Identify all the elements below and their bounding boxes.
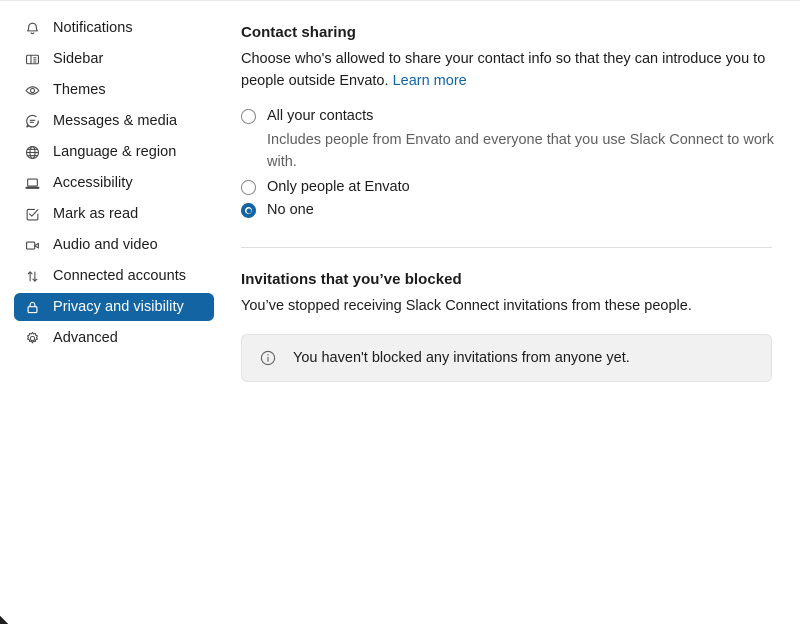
arrows-up-down-icon bbox=[24, 268, 41, 285]
settings-content: Contact sharing Choose who's allowed to … bbox=[238, 1, 800, 382]
sidebar-item-label: Messages & media bbox=[53, 112, 178, 129]
radio-indicator[interactable] bbox=[241, 109, 256, 124]
radio-option-label: All your contacts bbox=[267, 108, 374, 124]
sidebar-item-notifications[interactable]: Notifications bbox=[14, 14, 214, 42]
contact-sharing-description: Choose who's allowed to share your conta… bbox=[241, 48, 772, 92]
contact-sharing-radio-group: All your contacts Includes people from E… bbox=[241, 106, 800, 221]
message-bubble-icon bbox=[24, 113, 41, 130]
sidebar-item-label: Mark as read bbox=[53, 205, 139, 222]
radio-option-all-your-contacts[interactable]: All your contacts bbox=[241, 106, 800, 127]
sidebar-item-privacy-and-visibility[interactable]: Privacy and visibility bbox=[14, 293, 214, 321]
check-square-icon bbox=[24, 206, 41, 223]
settings-sidebar: Notifications Sidebar Themes Messages & … bbox=[0, 1, 238, 355]
section-divider bbox=[241, 247, 772, 248]
page-title: Contact sharing bbox=[241, 24, 356, 41]
radio-option-help-text: Includes people from Envato and everyone… bbox=[267, 132, 774, 170]
sidebar-icon bbox=[24, 51, 41, 68]
sidebar-item-advanced[interactable]: Advanced bbox=[14, 324, 214, 352]
sidebar-item-label: Audio and video bbox=[53, 236, 158, 253]
radio-option-label: No one bbox=[267, 202, 314, 218]
radio-indicator-selected[interactable] bbox=[241, 203, 256, 218]
video-camera-icon bbox=[24, 237, 41, 254]
sidebar-item-connected-accounts[interactable]: Connected accounts bbox=[14, 262, 214, 290]
blocked-invitations-empty-state: You haven't blocked any invitations from… bbox=[241, 334, 772, 382]
sidebar-item-mark-as-read[interactable]: Mark as read bbox=[14, 200, 214, 228]
blocked-invitations-description: You’ve stopped receiving Slack Connect i… bbox=[241, 298, 692, 314]
sidebar-item-language-region[interactable]: Language & region bbox=[14, 138, 214, 166]
learn-more-link[interactable]: Learn more bbox=[393, 73, 467, 89]
contact-sharing-description-text: Choose who's allowed to share your conta… bbox=[241, 51, 766, 89]
sidebar-item-sidebar[interactable]: Sidebar bbox=[14, 45, 214, 73]
info-circle-icon bbox=[259, 349, 277, 367]
radio-option-no-one[interactable]: No one bbox=[241, 200, 800, 221]
sidebar-item-themes[interactable]: Themes bbox=[14, 76, 214, 104]
sidebar-item-label: Advanced bbox=[53, 329, 118, 346]
settings-page: Notifications Sidebar Themes Messages & … bbox=[0, 1, 800, 624]
sidebar-item-label: Accessibility bbox=[53, 174, 133, 191]
gear-icon bbox=[24, 330, 41, 347]
lock-icon bbox=[24, 299, 41, 316]
blocked-invitations-title: Invitations that you’ve blocked bbox=[241, 271, 462, 288]
sidebar-item-label: Notifications bbox=[53, 19, 133, 36]
eye-icon bbox=[24, 82, 41, 99]
sidebar-item-audio-and-video[interactable]: Audio and video bbox=[14, 231, 214, 259]
sidebar-item-label: Themes bbox=[53, 81, 106, 98]
globe-icon bbox=[24, 144, 41, 161]
blocked-invitations-section: Invitations that you’ve blocked You’ve s… bbox=[241, 270, 800, 382]
sidebar-item-label: Language & region bbox=[53, 143, 177, 160]
radio-indicator[interactable] bbox=[241, 180, 256, 195]
sidebar-item-messages-media[interactable]: Messages & media bbox=[14, 107, 214, 135]
sidebar-item-accessibility[interactable]: Accessibility bbox=[14, 169, 214, 197]
sidebar-item-label: Sidebar bbox=[53, 50, 104, 67]
empty-state-text: You haven't blocked any invitations from… bbox=[293, 350, 630, 366]
laptop-icon bbox=[24, 175, 41, 192]
sidebar-item-label: Privacy and visibility bbox=[53, 298, 184, 315]
radio-option-label: Only people at Envato bbox=[267, 179, 410, 195]
sidebar-item-label: Connected accounts bbox=[53, 267, 187, 284]
bell-icon bbox=[24, 20, 41, 37]
radio-option-only-people-at-envato[interactable]: Only people at Envato bbox=[241, 177, 800, 198]
